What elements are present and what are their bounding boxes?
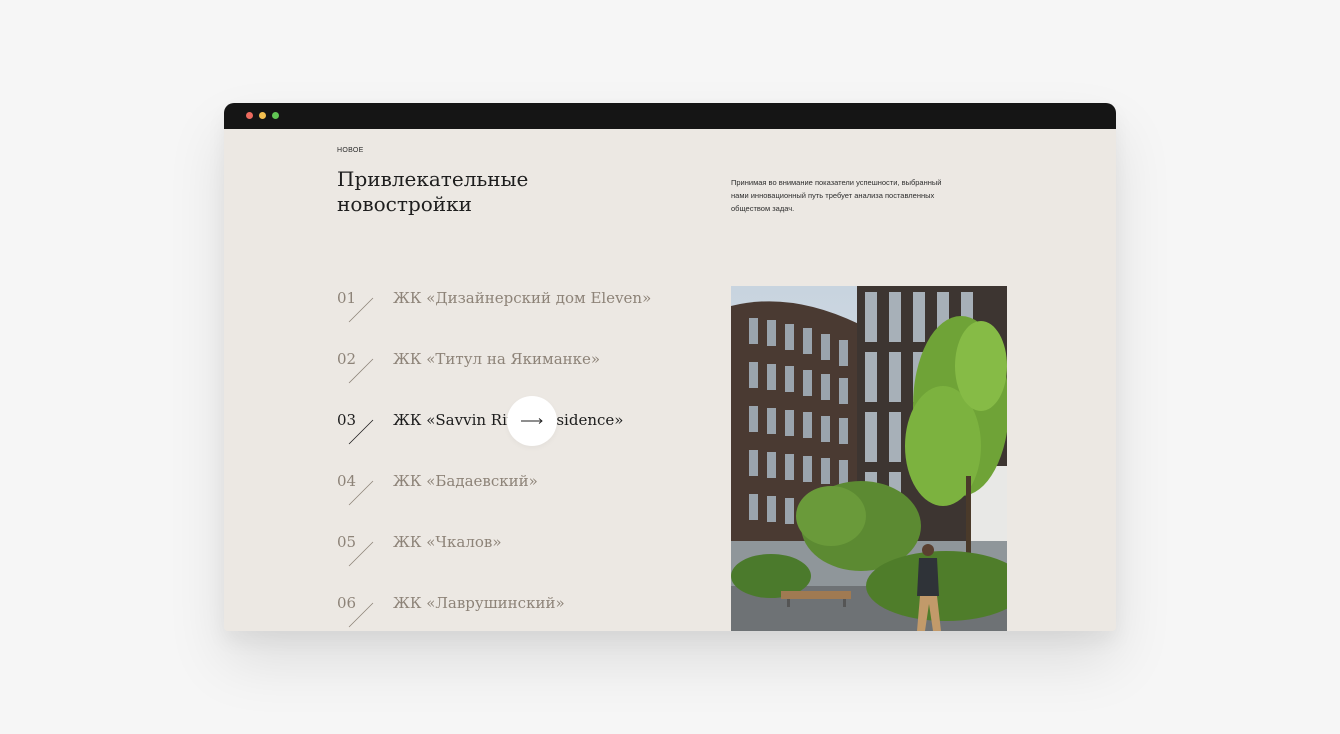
page-content: НОВОЕ Привлекательные новостройки Приним… (224, 129, 1116, 631)
slash-divider (348, 480, 374, 506)
project-name: ЖК «Дизайнерский дом Eleven» (393, 289, 652, 307)
project-item-04[interactable]: 04 ЖК «Бадаевский» (337, 470, 697, 531)
browser-window: НОВОЕ Привлекательные новостройки Приним… (224, 103, 1116, 631)
minimize-window-button[interactable] (259, 112, 266, 119)
project-name: ЖК «Бадаевский» (393, 472, 538, 490)
browser-titlebar (224, 103, 1116, 129)
project-name: ЖК «Лаврушинский» (393, 594, 565, 612)
project-name: ЖК «Чкалов» (393, 533, 502, 551)
section-title-line2: новостройки (337, 192, 472, 216)
project-name: ЖК «Титул на Якиманке» (393, 350, 601, 368)
section-eyebrow: НОВОЕ (337, 147, 364, 154)
slash-divider (348, 419, 374, 445)
project-item-06[interactable]: 06 ЖК «Лаврушинский» (337, 592, 697, 631)
hover-cursor (507, 396, 557, 446)
project-item-01[interactable]: 01 ЖК «Дизайнерский дом Eleven» (337, 287, 697, 348)
slash-divider (348, 358, 374, 384)
section-title: Привлекательные новостройки (337, 167, 597, 217)
slash-divider (348, 602, 374, 628)
project-photo (731, 286, 1007, 631)
building-illustration (731, 286, 1007, 631)
maximize-window-button[interactable] (272, 112, 279, 119)
close-window-button[interactable] (246, 112, 253, 119)
slash-divider (348, 541, 374, 567)
section-title-line1: Привлекательные (337, 167, 529, 191)
slash-divider (348, 297, 374, 323)
projects-list: 01 ЖК «Дизайнерский дом Eleven» 02 ЖК «Т… (337, 287, 697, 631)
arrow-right-icon (521, 418, 543, 424)
section-description: Принимая во внимание показатели успешнос… (731, 178, 942, 213)
project-item-05[interactable]: 05 ЖК «Чкалов» (337, 531, 697, 592)
